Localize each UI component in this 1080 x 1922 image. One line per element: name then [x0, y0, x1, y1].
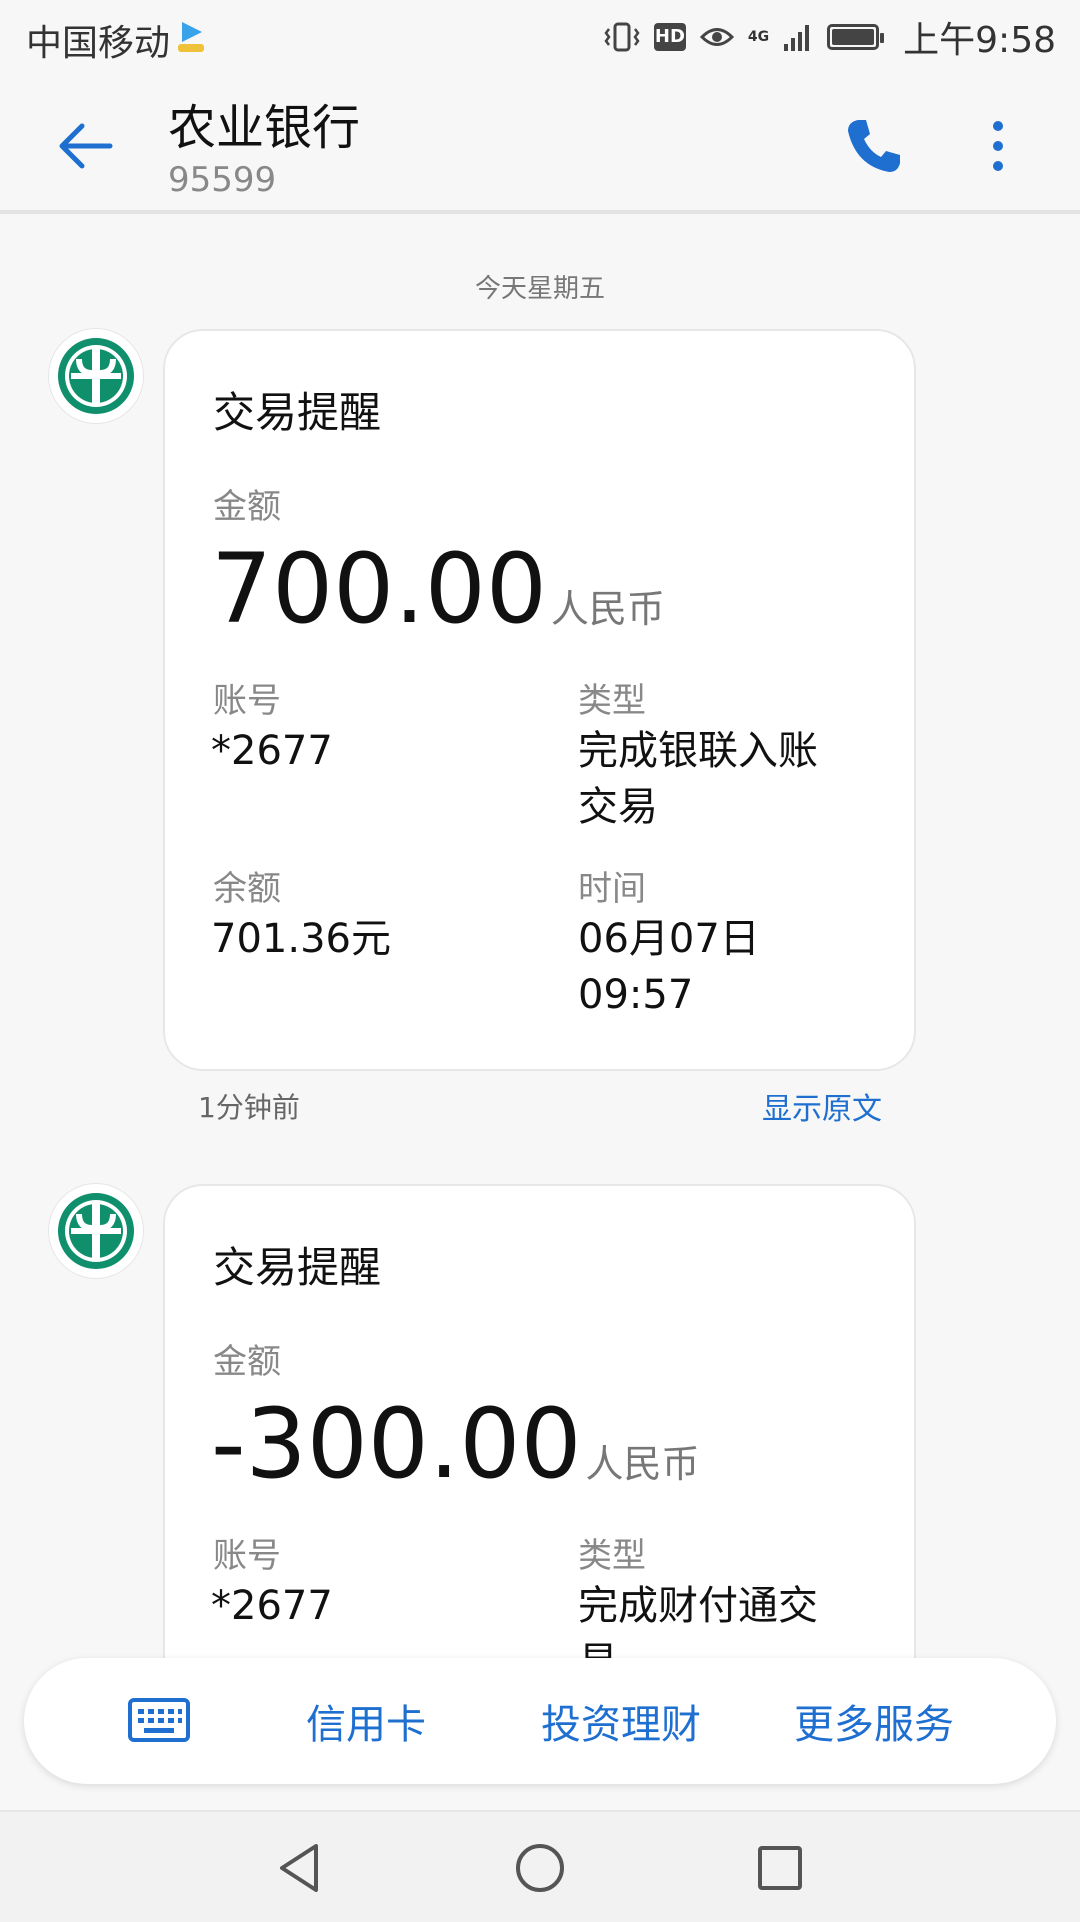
sender-avatar[interactable]: [49, 1184, 143, 1278]
contact-name: 农业银行: [168, 100, 361, 156]
message-bubble[interactable]: 交易提醒 金额 700.00 人民币 账号 *2677 类型 完成银联入账 交易 …: [163, 329, 916, 1071]
amount-value: 700.00 人民币: [211, 539, 665, 659]
call-button[interactable]: [842, 114, 906, 178]
vibrate-icon: [604, 22, 640, 52]
amount-number: 700.00: [211, 533, 547, 645]
conversation-header: 农业银行 95599: [0, 78, 1080, 214]
status-time: 上午9:58: [903, 20, 1056, 61]
message-title: 交易提醒: [213, 388, 382, 437]
carrier-name: 中国移动: [26, 23, 171, 64]
abc-bank-logo-icon: [58, 1193, 134, 1269]
service-menu-bar: 信用卡 投资理财 更多服务: [24, 1658, 1056, 1784]
type-label: 类型: [578, 681, 646, 721]
amount-label: 金额: [213, 487, 281, 527]
status-bar: 中国移动 HD 4G 上午9:58: [0, 0, 1080, 78]
arrow-back-icon: [59, 123, 113, 169]
sender-avatar[interactable]: [49, 329, 143, 423]
amount-number: -300.00: [211, 1388, 582, 1500]
nav-back-icon[interactable]: [272, 1840, 328, 1896]
account-label: 账号: [213, 681, 281, 721]
network-type: 4G: [747, 29, 770, 45]
keyboard-toggle-button[interactable]: [128, 1698, 190, 1742]
back-button[interactable]: [52, 114, 116, 178]
type-value-line1: 完成财付通交: [578, 1583, 818, 1629]
account-label: 账号: [213, 1536, 281, 1576]
nav-recents-icon[interactable]: [752, 1840, 808, 1896]
more-services-menu[interactable]: 更多服务: [794, 1692, 954, 1750]
type-value-line1: 完成银联入账: [578, 728, 818, 774]
time-value-line2: 09:57: [578, 972, 694, 1018]
currency-label: 人民币: [550, 587, 665, 631]
message-timestamp: 1分钟前: [198, 1091, 300, 1124]
abc-bank-logo-icon: [58, 338, 134, 414]
account-value: *2677: [211, 1583, 333, 1629]
type-label: 类型: [578, 1536, 646, 1576]
contact-number: 95599: [168, 160, 277, 200]
time-label: 时间: [578, 869, 646, 909]
phone-icon: [848, 120, 900, 172]
date-divider: 今天星期五: [474, 274, 605, 304]
more-vert-icon: [993, 121, 1003, 171]
status-icons: HD 4G 上午9:58: [604, 12, 1056, 62]
balance-label: 余额: [213, 869, 281, 909]
battery-icon: [827, 24, 885, 50]
currency-label: 人民币: [585, 1442, 700, 1486]
eye-comfort-icon: [699, 28, 734, 46]
credit-card-menu[interactable]: 信用卡: [306, 1692, 426, 1750]
show-original-link[interactable]: 显示原文: [762, 1084, 882, 1128]
time-value-line1: 06月07日: [578, 916, 760, 962]
keyboard-icon: [128, 1698, 190, 1742]
hd-icon: HD: [653, 23, 686, 51]
signal-icon: [784, 25, 810, 51]
nav-home-icon[interactable]: [512, 1840, 568, 1896]
type-value-line2: 交易: [578, 784, 658, 830]
amount-value: -300.00 人民币: [211, 1394, 700, 1514]
account-value: *2677: [211, 728, 333, 774]
balance-value: 701.36元: [211, 916, 391, 962]
investment-menu[interactable]: 投资理财: [541, 1692, 701, 1750]
message-title: 交易提醒: [213, 1243, 382, 1292]
carrier-app-icon: [178, 22, 204, 52]
system-navigation-bar: [0, 1810, 1080, 1922]
amount-label: 金额: [213, 1342, 281, 1382]
more-options-button[interactable]: [978, 114, 1018, 178]
